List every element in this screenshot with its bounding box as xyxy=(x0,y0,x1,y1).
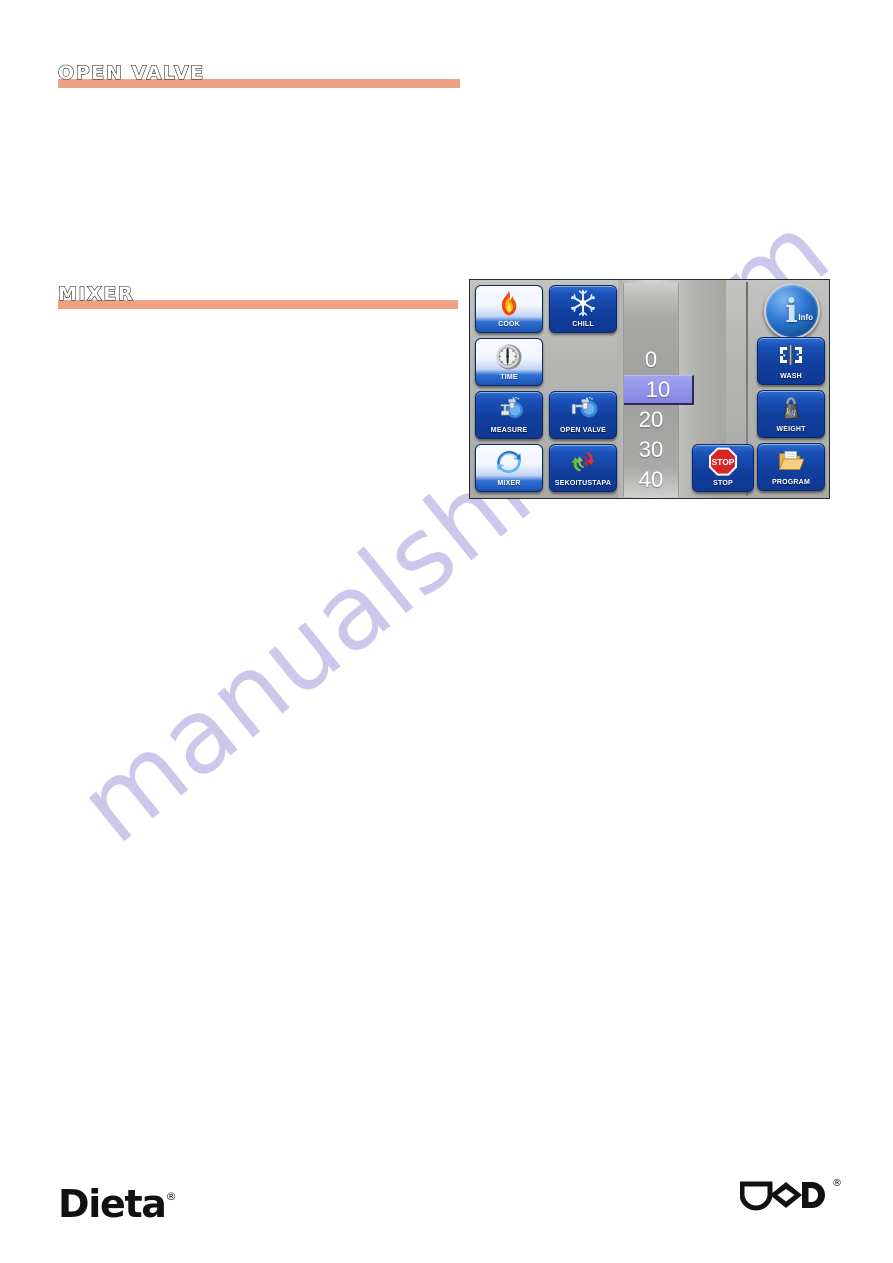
cook-button[interactable]: COOK xyxy=(475,285,543,333)
program-button[interactable]: PROGRAM xyxy=(757,443,825,491)
stop-button-label: STOP xyxy=(713,480,733,487)
wash-icon xyxy=(758,340,824,370)
section-title: OPEN VALVE xyxy=(57,61,205,84)
measure-button[interactable]: MEASURE xyxy=(475,391,543,439)
circular-arrows-icon xyxy=(476,447,542,477)
chill-button[interactable]: CHILL xyxy=(549,285,617,333)
wheel-item[interactable]: 30 xyxy=(624,435,678,465)
control-panel-screenshot: COOK CHILL TIME MEASURE OPEN VALVE MIXER… xyxy=(469,279,830,499)
page-watermark: manualshive.com xyxy=(0,0,893,1263)
chill-button-label: CHILL xyxy=(572,321,594,328)
folder-icon xyxy=(758,446,824,476)
faucet-icon xyxy=(476,394,542,424)
time-button-label: TIME xyxy=(500,374,518,381)
measure-button-label: MEASURE xyxy=(490,427,528,434)
svg-text:STOP: STOP xyxy=(712,457,735,467)
mix-mode-arrows-icon xyxy=(550,447,616,477)
sekoitustapa-button-label: SEKOITUSTAPA xyxy=(554,480,612,487)
section-heading-open-valve: OPEN VALVE xyxy=(57,61,460,88)
wheel-item-selected[interactable]: 10 xyxy=(624,375,694,405)
flame-icon xyxy=(476,288,542,318)
section-heading-mixer: MIXER xyxy=(57,282,458,309)
wheel-item[interactable]: 40 xyxy=(624,465,678,495)
wheel-item[interactable]: 0 xyxy=(624,345,678,375)
wash-button-label: WASH xyxy=(780,373,802,380)
stop-sign-icon: STOP xyxy=(693,447,753,477)
dod-logo-mark xyxy=(739,1181,825,1211)
faucet-icon xyxy=(550,394,616,424)
dieta-logo: Dieta® xyxy=(58,1177,177,1224)
info-icon: i xyxy=(785,290,798,330)
open-valve-button[interactable]: OPEN VALVE xyxy=(549,391,617,439)
weight-icon: kg xyxy=(758,393,824,423)
snowflake-icon xyxy=(550,288,616,318)
time-button[interactable]: TIME xyxy=(475,338,543,386)
mixer-button[interactable]: MIXER xyxy=(475,444,543,492)
info-button[interactable]: i Info xyxy=(764,283,820,339)
open-valve-button-label: OPEN VALVE xyxy=(559,427,607,434)
cook-button-label: COOK xyxy=(498,321,520,328)
registered-mark-icon: ® xyxy=(832,1178,842,1189)
wheel-item[interactable]: 20 xyxy=(624,405,678,435)
weight-button[interactable]: kg WEIGHT xyxy=(757,390,825,438)
svg-text:kg: kg xyxy=(786,407,796,416)
number-wheel[interactable]: 0 10 20 30 40 xyxy=(623,283,694,497)
registered-mark-icon: ® xyxy=(165,1190,177,1203)
mixer-button-label: MIXER xyxy=(497,480,521,487)
section-title: MIXER xyxy=(57,282,135,305)
program-button-label: PROGRAM xyxy=(772,479,810,486)
dod-logo: ® xyxy=(739,1178,842,1214)
sekoitustapa-button[interactable]: SEKOITUSTAPA xyxy=(549,444,617,492)
timer-dial-icon xyxy=(476,341,542,371)
stop-button[interactable]: STOP STOP xyxy=(692,444,754,492)
wash-button[interactable]: WASH xyxy=(757,337,825,385)
dieta-logo-text: Dieta xyxy=(58,1182,167,1226)
info-button-label: Info xyxy=(798,313,813,322)
weight-button-label: WEIGHT xyxy=(776,426,806,433)
